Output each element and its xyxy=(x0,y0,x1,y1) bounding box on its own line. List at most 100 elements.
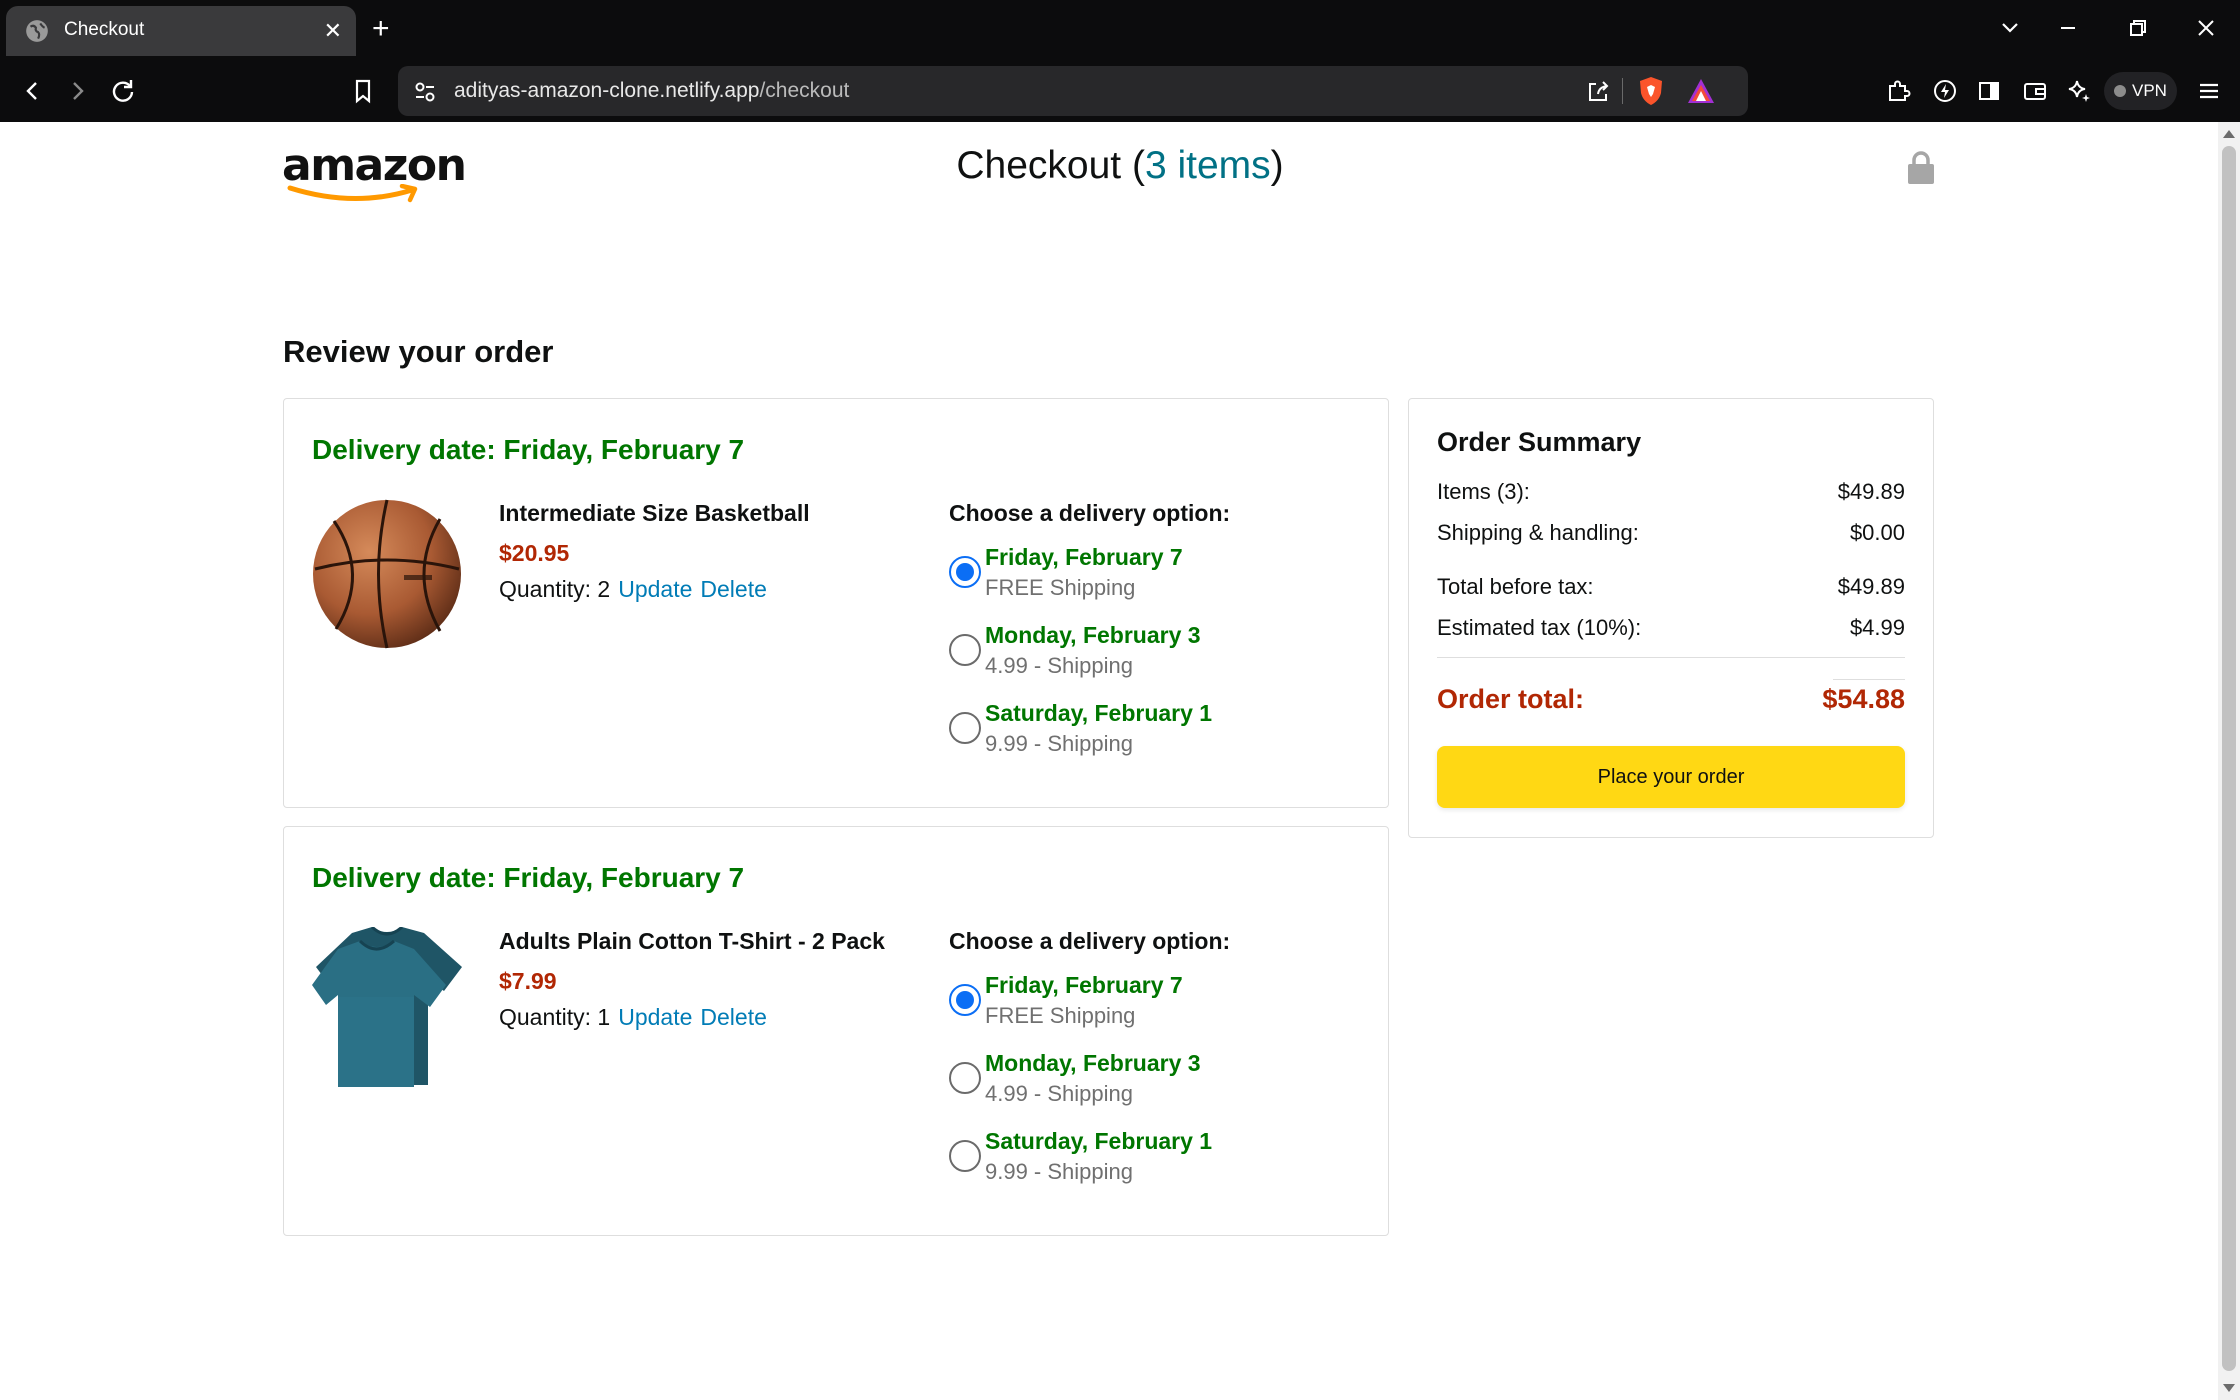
menu-button[interactable] xyxy=(2190,72,2228,110)
delivery-radio[interactable] xyxy=(949,1140,981,1172)
delivery-option-date: Monday, February 3 xyxy=(985,622,1201,648)
product-name: Intermediate Size Basketball xyxy=(499,500,810,526)
extensions-button[interactable] xyxy=(1880,72,1918,110)
delivery-option[interactable]: Friday, February 7 FREE Shipping xyxy=(949,544,1249,606)
delivery-options-heading: Choose a delivery option: xyxy=(949,928,1231,954)
restore-icon[interactable] xyxy=(2124,14,2152,42)
product-price: $20.95 xyxy=(499,540,570,566)
back-button[interactable] xyxy=(14,72,52,110)
browser-tab-bar: Checkout ✕ + xyxy=(0,0,2240,60)
puzzle-icon xyxy=(1889,80,1911,101)
summary-items-label: Items (3): xyxy=(1437,479,1530,504)
delivery-radio[interactable] xyxy=(949,712,981,744)
browser-tab[interactable]: Checkout ✕ xyxy=(6,6,356,56)
delivery-option-date: Friday, February 7 xyxy=(985,972,1183,998)
speedreader-icon xyxy=(1934,80,1956,102)
lock-icon xyxy=(1908,151,1934,184)
basketball-image xyxy=(313,499,461,649)
summary-before-tax-row: Total before tax: $49.89 xyxy=(1437,574,1905,600)
quantity-row: Quantity: 2 Update Delete xyxy=(499,576,767,603)
back-arrow-icon xyxy=(26,82,37,100)
tshirt-image xyxy=(312,927,462,1087)
close-tab-icon[interactable]: ✕ xyxy=(324,17,342,45)
delivery-radio[interactable] xyxy=(949,984,981,1016)
delivery-option-price: FREE Shipping xyxy=(985,1003,1136,1028)
delivery-radio[interactable] xyxy=(949,1062,981,1094)
product-price: $7.99 xyxy=(499,968,557,994)
bookmark-icon xyxy=(355,79,371,104)
sparkle-icon xyxy=(2068,80,2090,102)
update-quantity-link[interactable]: Update xyxy=(618,1004,692,1030)
summary-items-row: Items (3): $49.89 xyxy=(1437,479,1905,505)
scroll-up-arrow-icon[interactable] xyxy=(2223,130,2235,138)
url-host: adityas-amazon-clone.netlify.app xyxy=(454,79,760,102)
page-title: Checkout (3 items) xyxy=(0,144,2240,188)
cart-item-card: Delivery date: Friday, February 7 Adults… xyxy=(283,826,1389,1236)
leo-ai-button[interactable] xyxy=(2060,72,2098,110)
cart-item-card: Delivery date: Friday, February 7 Interm… xyxy=(283,398,1389,808)
delete-item-link[interactable]: Delete xyxy=(700,576,766,602)
sidebar-toggle-button[interactable] xyxy=(1970,72,2008,110)
hamburger-menu-icon xyxy=(2200,83,2218,99)
order-summary: Order Summary Items (3): $49.89 Shipping… xyxy=(1408,398,1934,838)
url-text[interactable]: adityas-amazon-clone.netlify.app/checkou… xyxy=(454,79,849,103)
summary-before-tax-label: Total before tax: xyxy=(1437,574,1594,599)
close-window-icon[interactable] xyxy=(2192,14,2220,42)
delivery-date: Delivery date: Friday, February 7 xyxy=(312,862,745,893)
forward-button[interactable] xyxy=(58,72,96,110)
brave-shields-icon[interactable] xyxy=(1636,75,1666,107)
minimize-icon[interactable] xyxy=(2054,14,2082,42)
wallet-button[interactable] xyxy=(2016,72,2054,110)
delivery-option[interactable]: Friday, February 7 FREE Shipping xyxy=(949,972,1249,1034)
tab-title: Checkout xyxy=(64,19,145,40)
site-settings-icon[interactable] xyxy=(412,79,438,105)
summary-divider-short xyxy=(1833,679,1905,680)
delivery-option-date: Friday, February 7 xyxy=(985,544,1183,570)
scroll-down-arrow-icon[interactable] xyxy=(2223,1384,2235,1392)
forward-arrow-icon xyxy=(73,82,84,100)
reload-button[interactable] xyxy=(104,72,142,110)
reload-icon xyxy=(112,80,134,102)
delivery-option-price: 9.99 - Shipping xyxy=(985,1159,1133,1184)
delivery-radio[interactable] xyxy=(949,556,981,588)
scrollbar-thumb[interactable] xyxy=(2222,146,2236,1371)
summary-items-value: $49.89 xyxy=(1837,479,1905,504)
vpn-button[interactable]: VPN xyxy=(2104,72,2177,110)
delivery-option[interactable]: Saturday, February 1 9.99 - Shipping xyxy=(949,700,1249,762)
review-heading: Review your order xyxy=(283,334,554,369)
leo-button[interactable] xyxy=(1926,72,1964,110)
delivery-option-price: 4.99 - Shipping xyxy=(985,1081,1133,1106)
wallet-icon xyxy=(2024,83,2046,100)
tab-list-chevron-icon[interactable] xyxy=(1996,14,2024,42)
summary-shipping-row: Shipping & handling: $0.00 xyxy=(1437,520,1905,546)
title-prefix: Checkout ( xyxy=(956,144,1145,187)
delivery-option[interactable]: Saturday, February 1 9.99 - Shipping xyxy=(949,1128,1249,1190)
delivery-option[interactable]: Monday, February 3 4.99 - Shipping xyxy=(949,622,1249,684)
delete-item-link[interactable]: Delete xyxy=(700,1004,766,1030)
update-quantity-link[interactable]: Update xyxy=(618,576,692,602)
place-order-button[interactable]: Place your order xyxy=(1437,746,1905,808)
vpn-label: VPN xyxy=(2132,81,2167,100)
vpn-status-dot xyxy=(2114,85,2126,97)
share-icon[interactable] xyxy=(1584,78,1612,106)
bookmark-button[interactable] xyxy=(344,72,382,110)
page-scrollbar[interactable] xyxy=(2218,122,2240,1400)
delivery-options-heading: Choose a delivery option: xyxy=(949,500,1231,526)
summary-divider xyxy=(1437,657,1905,658)
order-total-label: Order total: xyxy=(1437,684,1585,714)
delivery-option-date: Saturday, February 1 xyxy=(985,1128,1213,1154)
delivery-option-price: FREE Shipping xyxy=(985,575,1136,600)
delivery-option-date: Saturday, February 1 xyxy=(985,700,1213,726)
delivery-option-price: 4.99 - Shipping xyxy=(985,653,1133,678)
items-count-link[interactable]: 3 items xyxy=(1145,144,1271,187)
brave-rewards-icon[interactable] xyxy=(1686,77,1716,105)
delivery-option-price: 9.99 - Shipping xyxy=(985,731,1133,756)
delivery-radio[interactable] xyxy=(949,634,981,666)
delivery-option[interactable]: Monday, February 3 4.99 - Shipping xyxy=(949,1050,1249,1112)
sidebar-icon xyxy=(1979,82,1999,100)
checkout-page: amazon Checkout (3 items) Review your or… xyxy=(0,122,2218,1400)
summary-tax-row: Estimated tax (10%): $4.99 xyxy=(1437,615,1905,641)
summary-tax-value: $4.99 xyxy=(1849,615,1905,640)
address-bar[interactable]: adityas-amazon-clone.netlify.app/checkou… xyxy=(398,66,1748,116)
new-tab-button[interactable]: + xyxy=(372,12,390,46)
